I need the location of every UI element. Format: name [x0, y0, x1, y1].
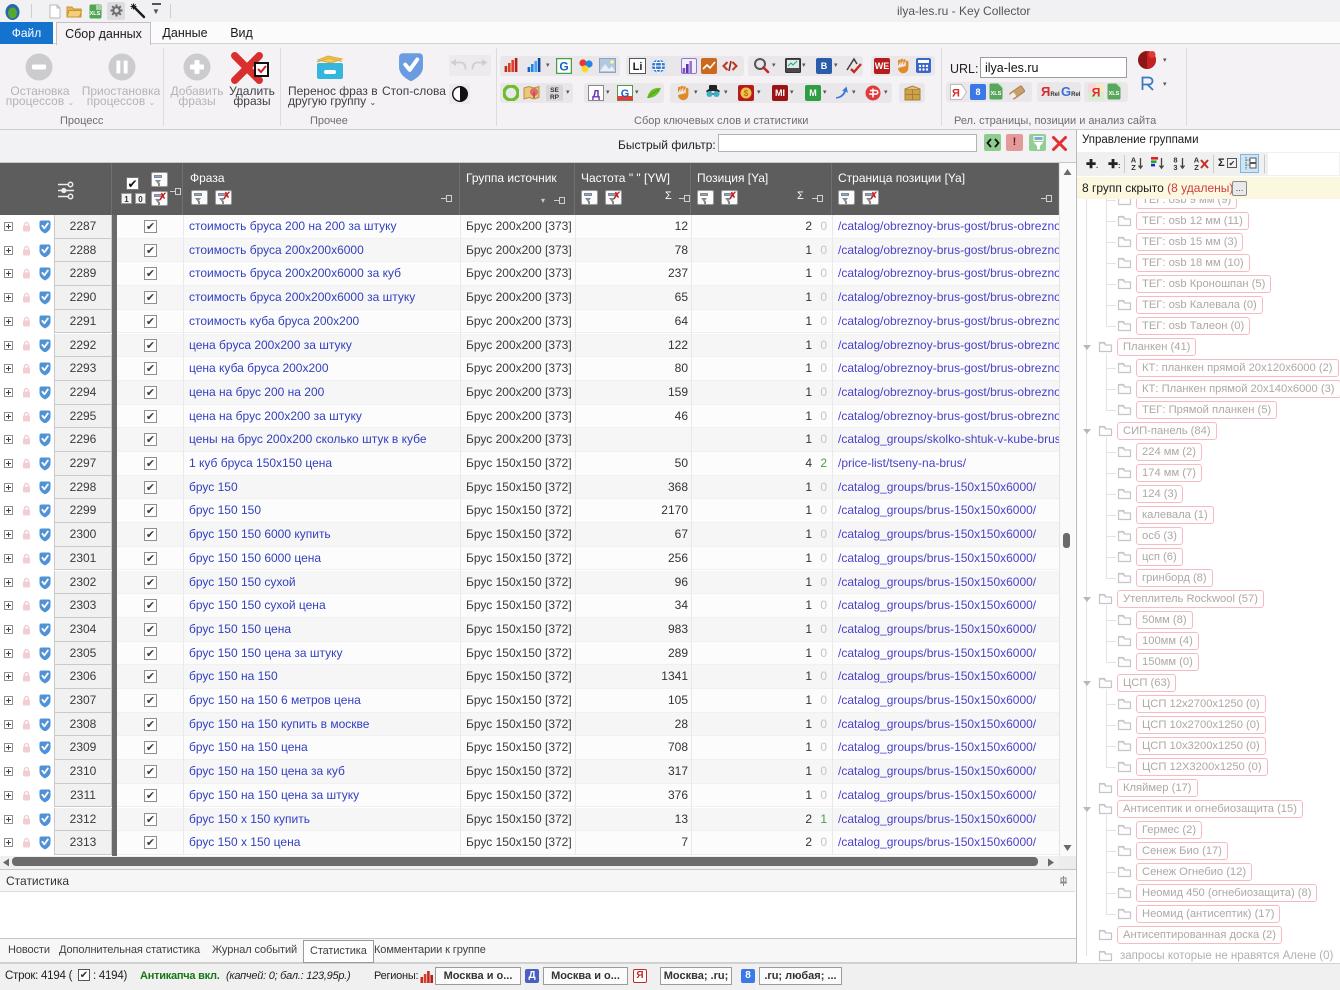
svg-text:XLS: XLS: [1109, 91, 1120, 97]
svg-text:$: $: [744, 89, 749, 98]
svg-text:G: G: [621, 88, 630, 100]
svg-text:XLS: XLS: [90, 11, 101, 17]
svg-text:G: G: [559, 60, 568, 74]
svg-text:XLS: XLS: [991, 91, 1002, 97]
svg-text:Я: Я: [952, 88, 960, 100]
svg-text:Z: Z: [1194, 163, 1199, 172]
svg-text:3: 3: [1173, 163, 1177, 172]
svg-text:RP: RP: [550, 94, 560, 101]
svg-text:Я: Я: [1092, 86, 1101, 100]
svg-text:Z: Z: [1131, 163, 1136, 172]
svg-text:SE: SE: [550, 87, 559, 94]
svg-text:Li: Li: [633, 61, 643, 73]
svg-text:Д: Д: [592, 89, 600, 101]
